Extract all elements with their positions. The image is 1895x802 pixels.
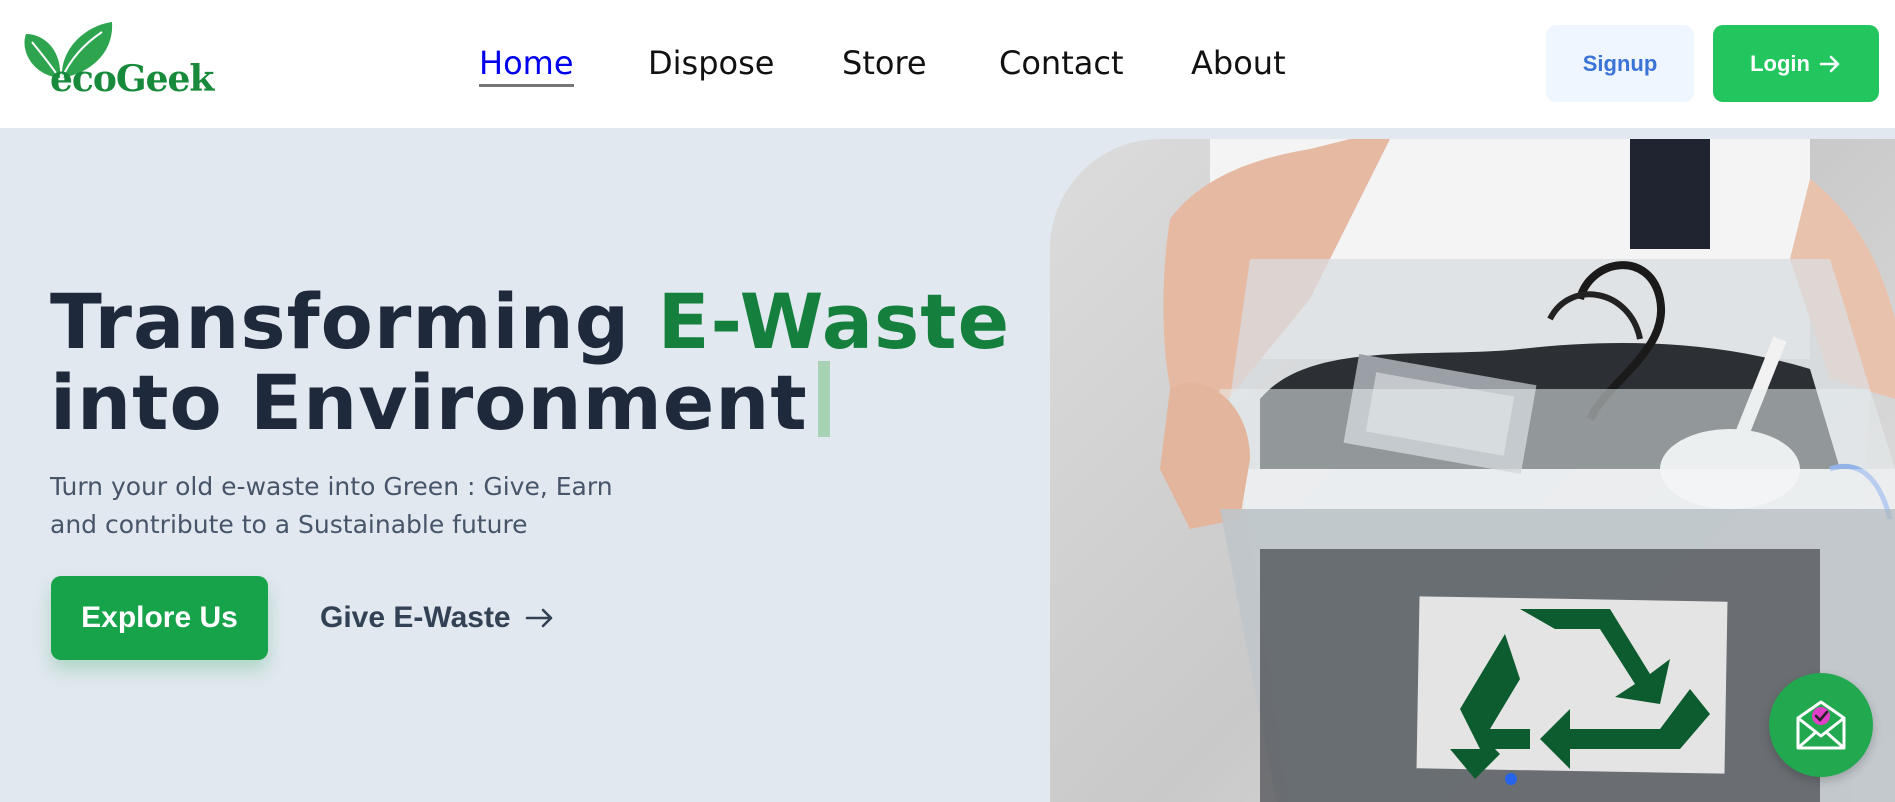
nav-about[interactable]: About: [1191, 44, 1286, 82]
typing-cursor: [817, 361, 830, 437]
hero-headline: Transforming E-Waste into Environment: [50, 283, 1010, 442]
carousel-dot-active[interactable]: [1505, 773, 1517, 785]
headline-part2: into Environment: [50, 358, 808, 447]
explore-button[interactable]: Explore Us: [51, 576, 268, 660]
explore-label: Explore Us: [81, 601, 238, 634]
nav-home[interactable]: Home: [479, 44, 574, 87]
arrow-right-icon: [525, 608, 552, 628]
nav-store[interactable]: Store: [842, 44, 927, 82]
give-ewaste-link[interactable]: Give E-Waste: [320, 593, 555, 643]
hero-subtext: Turn your old e-waste into Green : Give,…: [50, 472, 613, 539]
give-ewaste-label: Give E-Waste: [320, 601, 511, 634]
contact-fab[interactable]: [1769, 673, 1873, 777]
headline-part1: Transforming: [50, 277, 658, 366]
login-button[interactable]: Login: [1713, 25, 1879, 102]
nav-contact[interactable]: Contact: [999, 44, 1124, 82]
hero-section: Transforming E-Waste into Environment Tu…: [0, 128, 1895, 802]
nav-dispose[interactable]: Dispose: [648, 44, 774, 82]
mail-check-icon: [1796, 700, 1846, 750]
login-label: Login: [1750, 50, 1810, 76]
hero-image: [1050, 139, 1895, 802]
headline-accent: E-Waste: [657, 277, 1011, 366]
signup-button[interactable]: Signup: [1546, 25, 1694, 102]
arrow-right-icon: [1819, 55, 1840, 72]
signup-label: Signup: [1582, 50, 1658, 76]
site-header: ecoGeek Home Dispose Store Contact About…: [0, 0, 1895, 128]
